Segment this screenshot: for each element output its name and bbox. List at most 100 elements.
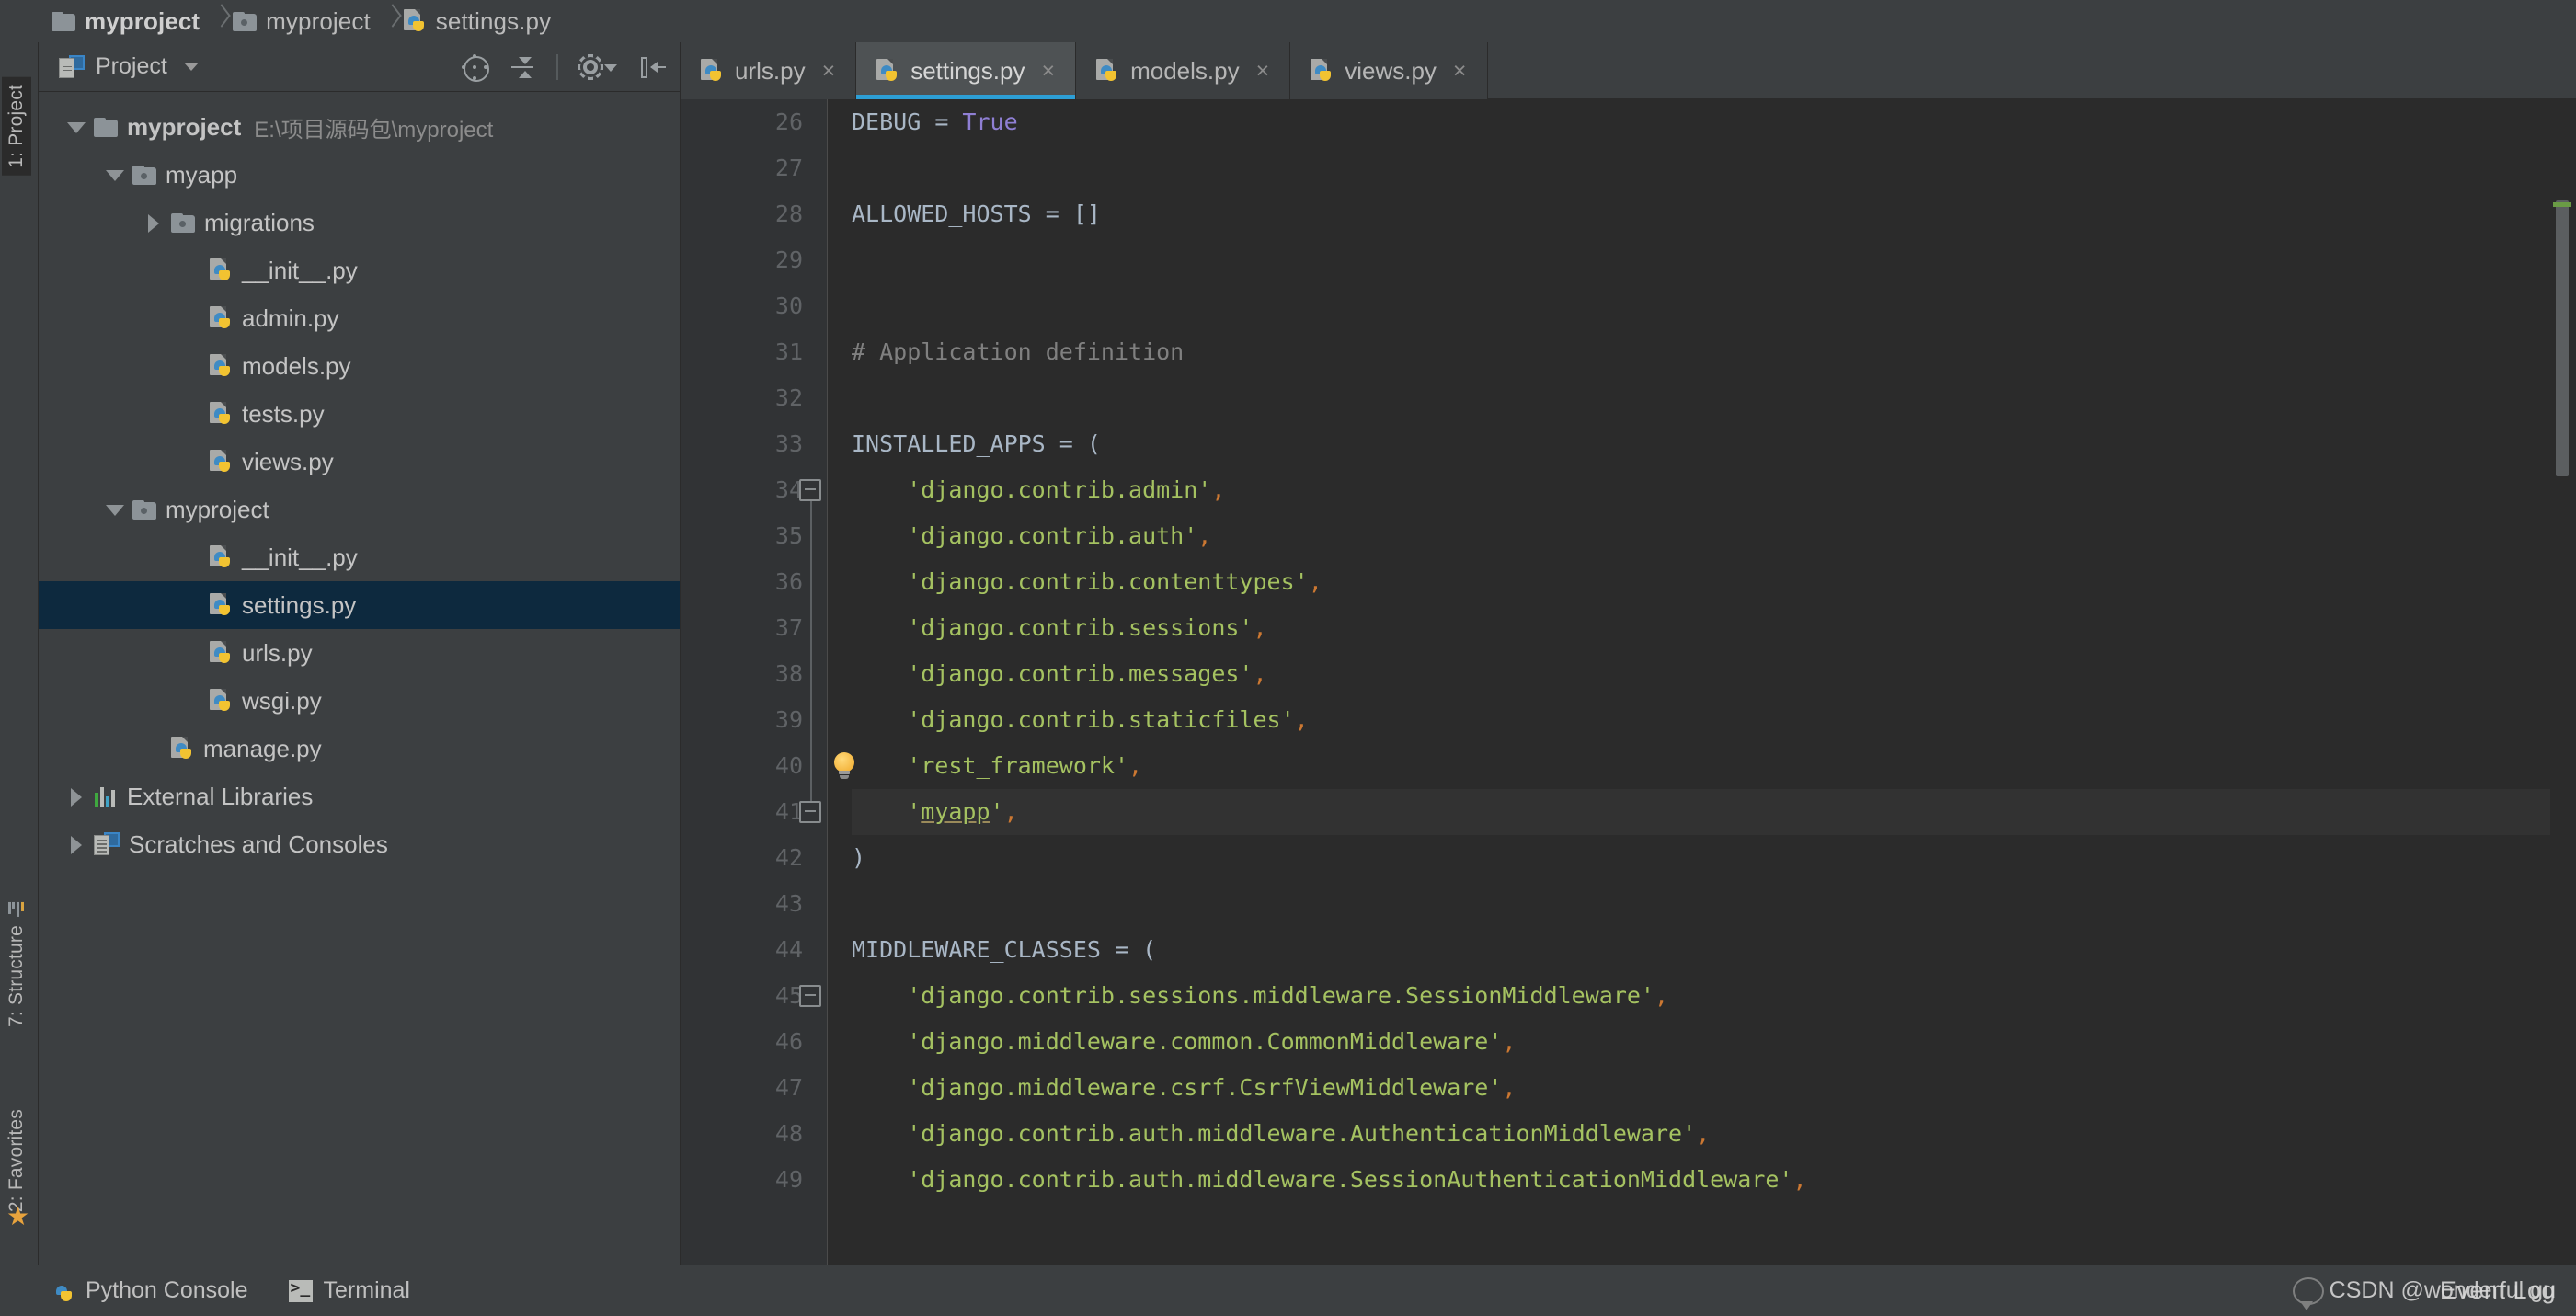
close-icon[interactable]: × xyxy=(1256,58,1270,85)
tree-twisty-closed-icon[interactable] xyxy=(64,784,88,808)
code-line[interactable]: DEBUG = True xyxy=(852,99,2550,145)
code-line[interactable]: 'django.contrib.auth', xyxy=(852,513,2550,559)
tree-row[interactable]: __init__.py xyxy=(39,246,680,294)
gear-icon[interactable] xyxy=(578,53,619,81)
tree-twisty-spacer xyxy=(142,737,166,761)
project-tool-window: Project myproject E:\项目源码包\myproject myapp… xyxy=(39,42,681,1265)
rail-tab-structure[interactable]: 7: Structure xyxy=(6,902,28,1027)
chevron-down-icon[interactable] xyxy=(183,63,199,71)
code-line[interactable]: INSTALLED_APPS = ( xyxy=(852,421,2550,467)
code-line[interactable] xyxy=(852,145,2550,191)
tree-row[interactable]: myapp xyxy=(39,151,680,199)
editor-tab-label: views.py xyxy=(1345,56,1437,85)
code-line[interactable]: 'django.contrib.staticfiles', xyxy=(852,697,2550,743)
terminal-button[interactable]: Terminal xyxy=(288,1277,410,1304)
tree-row[interactable]: External Libraries xyxy=(39,772,680,820)
code-token: ' xyxy=(852,798,922,825)
editor-tab-label: models.py xyxy=(1130,56,1240,85)
collapse-arrows-icon[interactable] xyxy=(509,53,536,81)
hide-panel-icon[interactable] xyxy=(639,53,667,81)
tree-row-label: urls.py xyxy=(242,638,313,667)
rail-tab-project[interactable]: 1: Project xyxy=(2,77,31,176)
crosshair-icon[interactable] xyxy=(461,53,489,82)
editor-tab-models-py[interactable]: models.py × xyxy=(1076,42,1291,99)
line-number-gutter[interactable]: 26 27 28 29 30 31 32 33 34 35 36 37 38 39 40 41 42 43 44 45… xyxy=(681,99,854,1265)
event-log-button[interactable]: Event Log xyxy=(2440,1276,2556,1305)
python-console-label: Python Console xyxy=(86,1277,248,1303)
tree-twisty-closed-icon[interactable] xyxy=(64,832,88,856)
tree-row[interactable]: admin.py xyxy=(39,294,680,342)
tree-twisty-open-icon[interactable] xyxy=(103,163,127,187)
tree-row[interactable]: models.py xyxy=(39,342,680,390)
breadcrumb-item-module[interactable]: myproject xyxy=(233,0,384,42)
tree-row[interactable]: manage.py xyxy=(39,725,680,772)
tree-twisty-open-icon[interactable] xyxy=(103,498,127,521)
editor-tab-urls-py[interactable]: urls.py × xyxy=(681,42,857,99)
python-file-icon xyxy=(1311,59,1334,83)
code-line[interactable]: 'django.contrib.contenttypes', xyxy=(852,559,2550,605)
fold-toggle-icon[interactable] xyxy=(799,479,821,501)
tree-row[interactable]: tests.py xyxy=(39,390,680,438)
editor-scrollbar[interactable] xyxy=(2550,99,2576,1265)
code-line[interactable]: # Application definition xyxy=(852,329,2550,375)
tree-row-label: manage.py xyxy=(203,734,322,762)
code-token: True xyxy=(962,109,1018,135)
code-line[interactable] xyxy=(852,881,2550,927)
pycharm-window: myproject myproject settings.py 1: Proje… xyxy=(0,0,2576,1316)
tree-row[interactable]: wsgi.py xyxy=(39,677,680,725)
code-line[interactable]: 'rest_framework', xyxy=(852,743,2550,789)
rail-tab-favorites[interactable]: 2: Favorites xyxy=(6,1109,28,1212)
editor-tab-label: settings.py xyxy=(910,56,1025,85)
project-tree[interactable]: myproject E:\项目源码包\myproject myapp migratio… xyxy=(39,92,680,1265)
code-line[interactable]: 'django.contrib.auth.middleware.Authenti… xyxy=(852,1111,2550,1157)
breadcrumb: myproject myproject settings.py xyxy=(0,0,2576,42)
code-line[interactable]: 'django.middleware.csrf.CsrfViewMiddlewa… xyxy=(852,1065,2550,1111)
editor-tab-settings-py[interactable]: settings.py × xyxy=(856,42,1077,99)
close-icon[interactable]: × xyxy=(1041,58,1055,85)
code-line[interactable]: 'django.contrib.admin', xyxy=(852,467,2550,513)
tree-twisty-spacer xyxy=(180,689,204,713)
tree-row[interactable]: Scratches and Consoles xyxy=(39,820,680,868)
tree-row[interactable]: urls.py xyxy=(39,629,680,677)
editor-tab-views-py[interactable]: views.py × xyxy=(1290,42,1488,99)
tree-row[interactable]: myproject xyxy=(39,486,680,533)
code-line[interactable] xyxy=(852,283,2550,329)
code-line[interactable] xyxy=(852,237,2550,283)
code-line[interactable]: 'myapp', xyxy=(852,789,2550,835)
fold-toggle-icon[interactable] xyxy=(799,801,821,823)
code-token: , xyxy=(1211,476,1226,503)
code-line[interactable]: ) xyxy=(852,835,2550,881)
terminal-icon xyxy=(288,1278,313,1302)
tree-row[interactable]: migrations xyxy=(39,199,680,246)
tree-twisty-open-icon[interactable] xyxy=(64,115,88,139)
breadcrumb-separator-icon xyxy=(212,0,233,42)
code-view: 26 27 28 29 30 31 32 33 34 35 36 37 38 39 40 41 42 43 44 45… xyxy=(681,99,2576,1265)
code-text[interactable]: DEBUG = True ALLOWED_HOSTS = [] # Applic… xyxy=(828,99,2550,1265)
code-line[interactable]: 'django.contrib.sessions', xyxy=(852,605,2550,651)
code-line[interactable]: 'django.contrib.messages', xyxy=(852,651,2550,697)
code-token: , xyxy=(1128,752,1143,779)
code-line[interactable]: MIDDLEWARE_CLASSES = ( xyxy=(852,927,2550,973)
tree-row[interactable]: myproject E:\项目源码包\myproject xyxy=(39,103,680,151)
tree-twisty-closed-icon[interactable] xyxy=(142,211,166,235)
python-console-button[interactable]: Python Console xyxy=(52,1277,248,1304)
scrollbar-thumb[interactable] xyxy=(2556,200,2569,476)
breadcrumb-item-project[interactable]: myproject xyxy=(52,0,212,42)
code-token: # Application definition xyxy=(852,338,1185,365)
code-line[interactable]: 'django.middleware.common.CommonMiddlewa… xyxy=(852,1019,2550,1065)
close-icon[interactable]: × xyxy=(822,58,836,85)
code-line[interactable] xyxy=(852,375,2550,421)
fold-markers-column[interactable] xyxy=(786,99,854,1265)
code-line[interactable]: 'django.contrib.auth.middleware.SessionA… xyxy=(852,1157,2550,1203)
rail-tab-project-label: 1: Project xyxy=(6,85,27,168)
breadcrumb-item-file[interactable]: settings.py xyxy=(403,0,564,42)
python-file-icon xyxy=(876,59,899,83)
tree-row-selected[interactable]: settings.py xyxy=(39,581,680,629)
close-icon[interactable]: × xyxy=(1453,58,1467,85)
tree-row[interactable]: views.py xyxy=(39,438,680,486)
tree-row-label: myapp xyxy=(166,160,238,189)
code-line[interactable]: 'django.contrib.sessions.middleware.Sess… xyxy=(852,973,2550,1019)
code-line[interactable]: ALLOWED_HOSTS = [] xyxy=(852,191,2550,237)
tree-row[interactable]: __init__.py xyxy=(39,533,680,581)
fold-toggle-icon[interactable] xyxy=(799,985,821,1007)
